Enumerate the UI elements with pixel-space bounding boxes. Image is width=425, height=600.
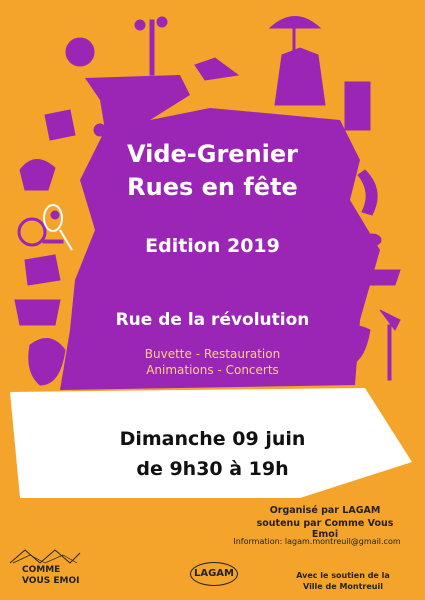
street-name: Rue de la révolution xyxy=(115,310,310,330)
title-line-1: Vide-Grenier xyxy=(126,140,299,168)
organizer-line-1: Organisé par LAGAM xyxy=(269,505,381,516)
shoe-icon xyxy=(194,57,240,81)
clock-icon xyxy=(65,37,95,67)
lamp-icon xyxy=(134,19,146,31)
date-line-1: Dimanche 09 juin xyxy=(119,428,306,450)
hat-icon xyxy=(364,269,401,286)
support-line-2: Ville de Montreuil xyxy=(303,582,383,591)
face-icon xyxy=(28,338,66,386)
information-contact: Information: lagam.montreuil@gmail.com xyxy=(233,537,401,546)
support-line-1: Avec le soutien de la xyxy=(296,571,390,580)
date-line-2: de 9h30 à 19h xyxy=(136,458,289,480)
chair-icon xyxy=(344,81,371,131)
title-line-2: Rues en fête xyxy=(127,173,298,201)
umbrella-handle-icon xyxy=(292,27,296,51)
lamp-post-icon xyxy=(149,19,155,76)
poster: Vide-Grenier Rues en fête Edition 2019 R… xyxy=(0,0,425,600)
bird-icon xyxy=(44,109,76,141)
umbrella-icon xyxy=(268,16,322,29)
cymbal-icon xyxy=(93,123,107,137)
lamp-icon-2 xyxy=(156,16,168,28)
lagam-logo: LAGAM xyxy=(190,562,238,586)
glasses-icon xyxy=(50,210,60,220)
purple-shape xyxy=(60,75,380,390)
dog-icon xyxy=(24,254,61,286)
comme-vous-emoi-logo-text: COMME VOUS EMOI xyxy=(22,565,80,586)
services-line-2: Animations - Concerts xyxy=(146,363,279,377)
edition: Edition 2019 xyxy=(145,235,280,257)
jacket-icon xyxy=(274,47,326,106)
services-line-1: Buvette - Restauration xyxy=(144,347,281,361)
